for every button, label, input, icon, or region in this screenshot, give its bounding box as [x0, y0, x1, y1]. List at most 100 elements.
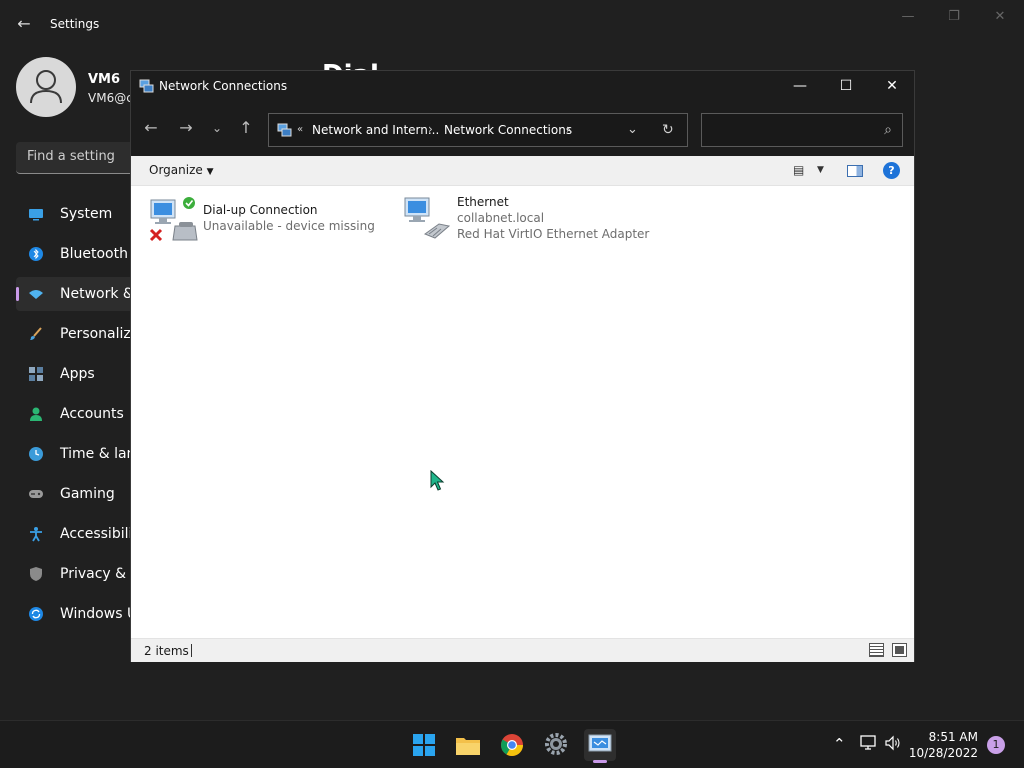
breadcrumb-separator-icon: › [428, 122, 433, 136]
bluetooth-icon [29, 247, 43, 261]
sidebar-item-label: Windows U [60, 606, 138, 622]
settings-icon [545, 733, 567, 755]
chevron-down-icon: ▼ [206, 167, 214, 177]
settings-button[interactable] [540, 729, 572, 761]
avatar[interactable] [16, 57, 76, 117]
settings-app-title: Settings [50, 17, 100, 31]
network-status-icon[interactable] [860, 735, 878, 755]
sidebar-item-personalization[interactable]: Personaliza [16, 317, 146, 351]
user-email: VM6@c [88, 91, 133, 105]
forward-arrow-icon[interactable]: → [175, 117, 197, 139]
connection-name: Ethernet [457, 195, 509, 209]
close-icon[interactable]: ✕ [869, 71, 915, 102]
sidebar-item-label: Network & [60, 286, 134, 302]
list-item-ethernet[interactable]: Ethernet collabnet.local Red Hat VirtIO … [403, 195, 663, 248]
clock-date: 10/28/2022 [908, 746, 978, 760]
connection-status: Unavailable - device missing [203, 219, 375, 233]
selection-indicator [16, 287, 19, 301]
network-monitor-icon [860, 735, 876, 750]
organize-label: Organize [149, 163, 203, 177]
person-icon [30, 407, 42, 421]
sidebar-item-apps[interactable]: Apps [16, 357, 146, 391]
list-item-dialup[interactable]: Dial-up Connection Unavailable - device … [149, 196, 389, 248]
minimize-icon[interactable]: — [777, 71, 823, 102]
address-bar[interactable]: « Network and Intern... › Network Connec… [268, 113, 688, 147]
status-divider [191, 644, 192, 657]
network-connections-icon [588, 734, 612, 752]
back-arrow-icon[interactable]: ← [14, 14, 34, 34]
connection-domain: collabnet.local [457, 211, 545, 225]
search-input[interactable]: ⌕ [701, 113, 903, 147]
user-avatar-icon [30, 70, 62, 104]
start-button[interactable] [408, 729, 440, 761]
sidebar-item-accessibility[interactable]: Accessibility [16, 517, 146, 551]
breadcrumb-network-internet[interactable]: Network and Intern... [312, 123, 439, 137]
network-connections-button[interactable] [584, 729, 616, 763]
preview-pane-icon[interactable] [847, 165, 863, 177]
sidebar-item-network[interactable]: Network & [16, 277, 146, 311]
user-name: VM6 [88, 72, 121, 87]
chrome-button[interactable] [496, 729, 528, 761]
change-view-icon[interactable]: ▤ [793, 163, 804, 179]
settings-titlebar: ← Settings — ❐ ✕ [0, 0, 1024, 48]
show-hidden-icons-chevron-icon[interactable]: ⌃ [833, 735, 846, 753]
start-icon [413, 734, 435, 756]
up-arrow-icon[interactable]: ↑ [235, 117, 257, 139]
help-icon[interactable]: ? [883, 162, 900, 179]
maximize-icon[interactable]: ☐ [823, 71, 869, 102]
volume-icon[interactable] [884, 735, 902, 755]
search-input[interactable]: Find a setting [16, 142, 146, 174]
sidebar-item-label: Personaliza [60, 326, 140, 342]
notification-badge[interactable]: 1 [987, 736, 1005, 754]
sidebar-item-bluetooth[interactable]: Bluetooth & [16, 237, 146, 271]
back-arrow-icon[interactable]: ← [140, 117, 162, 139]
organize-menu[interactable]: Organize ▼ [149, 163, 214, 177]
clock-globe-icon [29, 447, 43, 461]
command-toolbar: Organize ▼ ▤ ▼ ? [131, 156, 914, 186]
dialup-connection-icon [149, 197, 198, 242]
sidebar-item-gaming[interactable]: Gaming [16, 477, 146, 511]
mouse-cursor-icon [430, 470, 445, 491]
breadcrumb-overflow[interactable]: « [297, 124, 303, 135]
chrome-icon [501, 734, 523, 756]
restore-icon[interactable]: ❐ [944, 8, 964, 26]
breadcrumb-separator-icon: › [566, 122, 571, 136]
recent-locations-chevron-icon[interactable]: ⌄ [206, 117, 228, 139]
ethernet-connection-icon [404, 197, 451, 239]
sidebar-item-accounts[interactable]: Accounts [16, 397, 146, 431]
address-dropdown-chevron-icon[interactable]: ⌄ [627, 122, 638, 137]
speaker-icon [885, 735, 900, 751]
sidebar-item-privacy[interactable]: Privacy & se [16, 557, 146, 591]
details-view-icon[interactable] [869, 643, 884, 657]
sidebar-item-system[interactable]: System [16, 197, 146, 231]
refresh-icon[interactable]: ↻ [662, 122, 674, 138]
breadcrumb-network-connections[interactable]: Network Connections [444, 123, 572, 137]
active-app-indicator [593, 760, 607, 763]
connections-list: Dial-up Connection Unavailable - device … [131, 186, 914, 637]
connection-adapter: Red Hat VirtIO Ethernet Adapter [457, 227, 650, 241]
window-titlebar: Network Connections — ☐ ✕ [131, 71, 914, 102]
view-options-chevron-icon[interactable]: ▼ [817, 165, 824, 181]
system-clock[interactable]: 8:51 AM 10/28/2022 [906, 729, 978, 761]
minimize-icon[interactable]: — [898, 8, 918, 26]
connection-name: Dial-up Connection [203, 203, 318, 217]
gamepad-icon [29, 490, 43, 498]
file-explorer-button[interactable] [452, 729, 484, 761]
window-title: Network Connections [159, 79, 288, 93]
sidebar-item-windows-update[interactable]: Windows U [16, 597, 146, 631]
wifi-icon [29, 290, 43, 299]
status-bar: 2 items [131, 638, 914, 662]
sidebar-item-label: Apps [60, 366, 95, 382]
file-explorer-icon [456, 738, 480, 755]
large-icons-view-icon[interactable] [892, 643, 907, 657]
control-panel-icon [277, 123, 292, 137]
sidebar-item-label: Gaming [60, 486, 115, 502]
item-count: 2 items [144, 644, 189, 658]
update-icon [29, 607, 43, 621]
close-icon[interactable]: ✕ [990, 8, 1010, 26]
shield-icon [30, 567, 42, 581]
sidebar-item-label: System [60, 206, 113, 222]
network-connections-window: Network Connections — ☐ ✕ ← → ⌄ ↑ « Netw… [130, 70, 915, 662]
sidebar-item-time-language[interactable]: Time & lang [16, 437, 146, 471]
network-connections-icon [139, 79, 154, 93]
